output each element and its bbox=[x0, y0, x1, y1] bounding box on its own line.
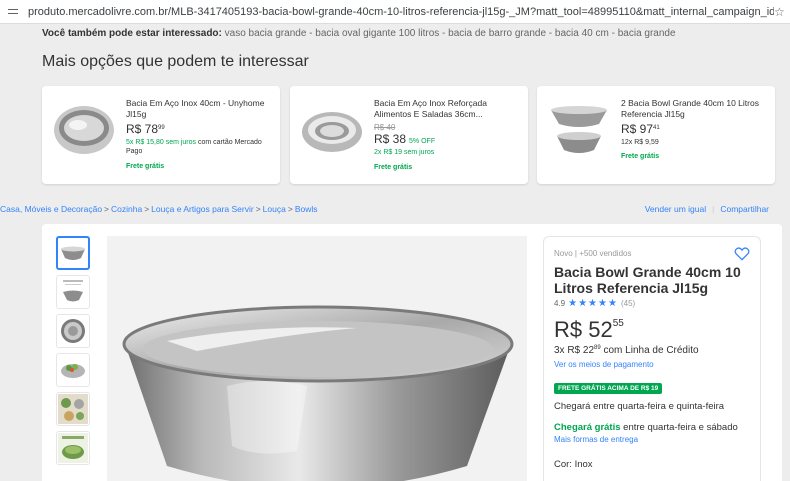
installment-suffix: com Linha de Crédito bbox=[600, 345, 699, 356]
salad-thumb-icon bbox=[61, 364, 85, 378]
breadcrumb-item[interactable]: Cozinha bbox=[111, 204, 142, 214]
gallery-thumb[interactable] bbox=[56, 314, 90, 348]
related-separator: - bbox=[306, 28, 316, 39]
page-actions: Vender um igual | Compartilhar bbox=[645, 204, 769, 214]
related-separator: - bbox=[608, 28, 618, 39]
related-label: Você também pode estar interessado: bbox=[42, 28, 222, 39]
stars-icon: ★★★★★ bbox=[568, 298, 618, 309]
related-link[interactable]: bacia oval gigante 100 litros bbox=[315, 28, 439, 39]
card-price: R$ 9741 bbox=[621, 122, 771, 136]
card-shipping: Frete grátis bbox=[374, 164, 413, 171]
bookmark-star-icon[interactable]: ☆ bbox=[774, 5, 788, 19]
product-thumbnail bbox=[551, 106, 607, 153]
product-section: Novo | +500 vendidos Bacia Bowl Grande 4… bbox=[42, 224, 782, 481]
sell-similar-link[interactable]: Vender um igual bbox=[645, 204, 706, 214]
card-title[interactable]: Bacia Em Aço Inox Reforçada Alimentos E … bbox=[374, 98, 524, 120]
condition-sold: Novo | +500 vendidos bbox=[554, 249, 632, 258]
related-link[interactable]: bacia de barro grande bbox=[448, 28, 546, 39]
card-price: R$ 7899 bbox=[126, 122, 276, 136]
actions-divider: | bbox=[712, 204, 715, 214]
image-gallery bbox=[56, 236, 92, 470]
breadcrumb-row: Casa, Móveis e Decoração > Cozinha > Louça e… bbox=[0, 204, 790, 218]
heart-icon[interactable] bbox=[734, 247, 750, 261]
card-installments: 5x R$ 15,80 sem juros com cartão Mercado… bbox=[126, 138, 276, 156]
review-count: (45) bbox=[620, 299, 636, 308]
related-link[interactable]: bacia 40 cm bbox=[555, 28, 609, 39]
breadcrumb-separator: > bbox=[287, 204, 293, 214]
card-old-price: R$ 40 bbox=[374, 123, 396, 132]
gallery-thumb[interactable] bbox=[56, 353, 90, 387]
product-thumbnail bbox=[302, 112, 362, 152]
installments-info: 3x R$ 2289 com Linha de Crédito bbox=[554, 345, 750, 356]
breadcrumb-separator: > bbox=[255, 204, 261, 214]
main-product-image[interactable] bbox=[107, 236, 527, 481]
lifestyle-thumb-icon bbox=[58, 394, 88, 424]
gallery-thumb[interactable] bbox=[56, 275, 90, 309]
breadcrumb-item[interactable]: Bowls bbox=[295, 204, 318, 214]
breadcrumb-separator: > bbox=[104, 204, 110, 214]
price-int: R$ 52 bbox=[554, 317, 613, 342]
gallery-thumb[interactable] bbox=[56, 431, 90, 465]
related-link[interactable]: vaso bacia grande bbox=[225, 28, 307, 39]
product-thumbnail bbox=[54, 106, 114, 154]
promo-thumb-icon bbox=[58, 433, 88, 463]
recommendation-card[interactable]: Bacia Em Aço Inox 40cm - Unyhome Jl15g R… bbox=[42, 86, 280, 184]
color-label: Cor: bbox=[554, 459, 575, 470]
free-arrival-dates: entre quarta-feira e sábado bbox=[620, 422, 738, 433]
breadcrumb-item[interactable]: Casa, Móveis e Decoração bbox=[0, 204, 102, 214]
free-arrival-estimate: Chegará grátis entre quarta-feira e sába… bbox=[554, 422, 750, 433]
dimensions-thumb-icon bbox=[63, 280, 83, 302]
rating-row[interactable]: 4.9 ★★★★★ (45) bbox=[554, 298, 750, 309]
url-text[interactable]: produto.mercadolivre.com.br/MLB-34174051… bbox=[28, 6, 774, 18]
card-installments: 12x R$ 9,59 bbox=[621, 139, 659, 146]
recommendation-card[interactable]: Bacia Em Aço Inox Reforçada Alimentos E … bbox=[290, 86, 528, 184]
browser-url-bar[interactable]: produto.mercadolivre.com.br/MLB-34174051… bbox=[0, 0, 790, 24]
bowl-thumb-icon bbox=[61, 246, 85, 260]
discount-badge: 5% OFF bbox=[409, 138, 436, 145]
bowl-top-thumb-icon bbox=[61, 319, 85, 343]
related-separator: - bbox=[546, 28, 555, 39]
card-title[interactable]: 2 Bacia Bowl Grande 40cm 10 Litros Refer… bbox=[621, 98, 771, 120]
breadcrumb-separator: > bbox=[144, 204, 150, 214]
installments-green: 5x R$ 15,80 sem juros bbox=[126, 139, 197, 146]
card-shipping: Frete grátis bbox=[126, 163, 165, 170]
shipping-options-link[interactable]: Mais formas de entrega bbox=[554, 435, 750, 444]
price-int: R$ 78 bbox=[126, 122, 159, 136]
section-title: Mais opções que podem te interessar bbox=[42, 53, 309, 70]
product-price: R$ 5255 bbox=[554, 317, 750, 343]
related-separator: - bbox=[439, 28, 449, 39]
related-link[interactable]: bacia grande bbox=[618, 28, 676, 39]
breadcrumb-item[interactable]: Louça e Artigos para Servir bbox=[151, 204, 254, 214]
installment-cents: 89 bbox=[594, 345, 601, 351]
card-shipping: Frete grátis bbox=[621, 153, 660, 160]
price-cents: 99 bbox=[158, 125, 165, 131]
product-title: Bacia Bowl Grande 40cm 10 Litros Referen… bbox=[554, 264, 741, 296]
card-installments: 2x R$ 19 sem juros bbox=[374, 149, 435, 156]
card-title[interactable]: Bacia Em Aço Inox 40cm - Unyhome Jl15g bbox=[126, 98, 276, 120]
payment-methods-link[interactable]: Ver os meios de pagamento bbox=[554, 360, 750, 369]
gallery-thumb[interactable] bbox=[56, 236, 90, 270]
free-shipping-badge: FRETE GRÁTIS ACIMA DE R$ 19 bbox=[554, 383, 663, 394]
rating-value: 4.9 bbox=[554, 299, 566, 308]
installment-value: 3x R$ 22 bbox=[554, 345, 595, 356]
price-int: R$ 97 bbox=[621, 122, 654, 136]
breadcrumb: Casa, Móveis e Decoração > Cozinha > Louça e… bbox=[0, 204, 318, 214]
bowl-image bbox=[107, 236, 527, 481]
share-link[interactable]: Compartilhar bbox=[720, 204, 769, 214]
price-cents: 41 bbox=[653, 125, 660, 131]
free-arrival-label: Chegará grátis bbox=[554, 422, 621, 433]
related-searches: Você também pode estar interessado: vaso… bbox=[42, 28, 676, 39]
price-cents: 55 bbox=[612, 318, 624, 329]
recommendation-card[interactable]: 2 Bacia Bowl Grande 40cm 10 Litros Refer… bbox=[537, 86, 775, 184]
gallery-thumb[interactable] bbox=[56, 392, 90, 426]
breadcrumb-item[interactable]: Louça bbox=[263, 204, 286, 214]
color-selector: Cor: Inox bbox=[554, 459, 750, 470]
site-settings-icon[interactable] bbox=[8, 7, 18, 17]
card-price: R$ 38 5% OFF bbox=[374, 132, 524, 146]
price-int: R$ 38 bbox=[374, 132, 407, 146]
buy-box: Novo | +500 vendidos Bacia Bowl Grande 4… bbox=[543, 236, 761, 481]
arrival-estimate: Chegará entre quarta-feira e quinta-feir… bbox=[554, 401, 725, 412]
color-value: Inox bbox=[574, 459, 593, 470]
